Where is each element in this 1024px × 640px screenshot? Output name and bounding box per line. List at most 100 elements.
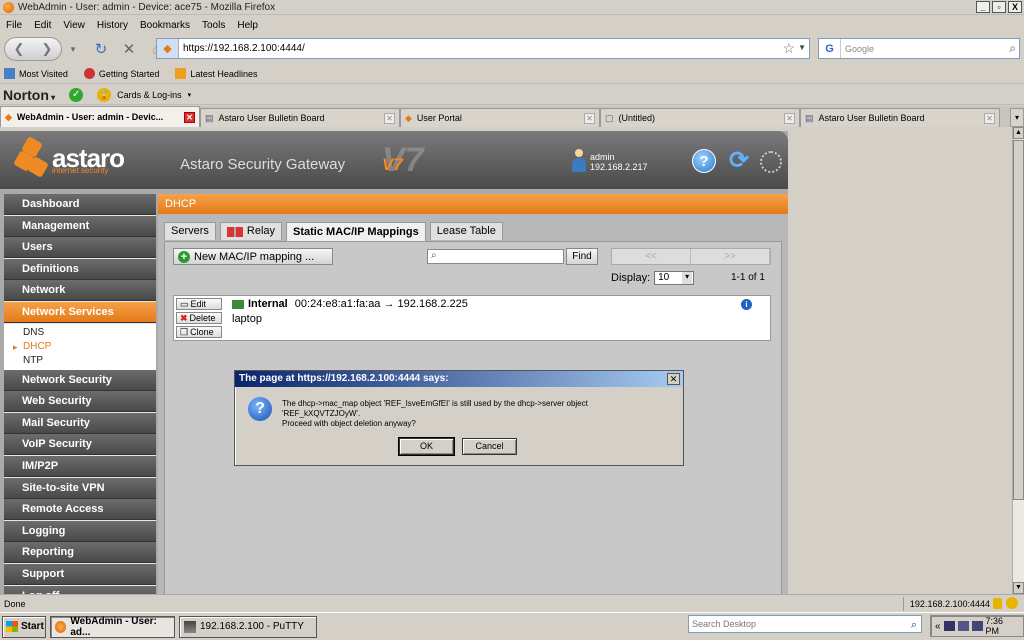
sidebar-item-site-to-site-vpn[interactable]: Site-to-site VPN — [4, 477, 156, 499]
search-icon[interactable]: ⌕ — [1009, 41, 1016, 56]
cancel-button[interactable]: Cancel — [462, 438, 517, 455]
browser-tab-webadmin[interactable]: ◆ WebAdmin - User: admin - Devic... ✕ — [0, 106, 200, 127]
reload-app-icon[interactable]: ⟳ — [726, 148, 752, 174]
menu-history[interactable]: History — [97, 20, 128, 31]
volume-tray-icon[interactable] — [971, 621, 983, 631]
search-bar[interactable]: G Google ⌕ — [818, 38, 1020, 59]
bookmark-latest-headlines[interactable]: Latest Headlines — [175, 68, 257, 79]
close-tab-icon[interactable]: ✕ — [384, 112, 395, 124]
bookmark-star-icon[interactable]: ☆ — [782, 40, 795, 57]
pager-next-button[interactable]: >> — [691, 249, 770, 264]
sidebar-item-web-security[interactable]: Web Security — [4, 391, 156, 413]
menu-edit[interactable]: Edit — [34, 20, 51, 31]
norton-safe-check-icon[interactable]: ✓ — [69, 87, 84, 102]
close-tab-icon[interactable]: ✕ — [184, 111, 195, 123]
norton-status-icon[interactable] — [1006, 597, 1018, 609]
sidebar-item-log-off[interactable]: Log off — [4, 585, 156, 594]
back-forward-buttons[interactable]: ❮ ❯ — [4, 37, 62, 61]
sidebar-item-dashboard[interactable]: Dashboard — [4, 194, 156, 215]
menu-help[interactable]: Help — [237, 20, 258, 31]
taskbar-putty[interactable]: 192.168.2.100 - PuTTY — [179, 615, 317, 638]
find-button[interactable]: Find — [566, 248, 598, 265]
edit-button[interactable]: ▭ Edit — [176, 298, 222, 310]
site-identity-icon[interactable]: ◆ — [157, 39, 179, 58]
restore-button[interactable]: ▫ — [992, 1, 1006, 13]
sidebar-item-network-security[interactable]: Network Security — [4, 369, 156, 391]
browser-tab-bulletin-1[interactable]: ▤ Astaro User Bulletin Board ✕ — [200, 108, 400, 127]
sidebar-subitem-dns[interactable]: DNS — [4, 325, 156, 340]
network-tray-icon[interactable] — [943, 621, 955, 631]
menu-file[interactable]: File — [6, 20, 22, 31]
pager-prev-button[interactable]: << — [612, 249, 691, 264]
ssl-lock-icon[interactable] — [993, 598, 1002, 609]
sidebar-item-network-services[interactable]: Network Services — [4, 301, 156, 323]
search-placeholder[interactable]: Google — [841, 44, 874, 54]
bookmark-getting-started[interactable]: Getting Started — [83, 68, 159, 79]
vertical-scrollbar[interactable]: ▲ ▼ — [1012, 127, 1024, 594]
astaro-logo[interactable]: astaro internet security — [13, 136, 125, 183]
sidebar-item-management[interactable]: Management — [4, 215, 156, 237]
delete-button[interactable]: ✖ Delete — [176, 312, 222, 324]
minimize-button[interactable]: _ — [976, 1, 990, 13]
tab-relay[interactable]: Relay — [219, 222, 283, 240]
desktop-search-input[interactable]: Search Desktop ⌕ — [688, 615, 922, 633]
menu-view[interactable]: View — [63, 20, 85, 31]
start-button[interactable]: Start — [2, 615, 46, 638]
sidebar-subitem-ntp[interactable]: NTP — [4, 353, 156, 368]
norton-logo[interactable]: Norton ▾ — [3, 87, 55, 103]
help-icon[interactable]: ? — [692, 149, 716, 173]
sidebar-item-network[interactable]: Network — [4, 280, 156, 302]
back-arrow-icon[interactable]: ❮ — [14, 41, 25, 57]
cards-logins-button[interactable]: 🔒 Cards & Log-ins ▾ — [97, 87, 191, 102]
ok-button[interactable]: OK — [398, 437, 455, 456]
tab-static-mappings[interactable]: Static MAC/IP Mappings — [286, 222, 426, 241]
dialog-close-icon[interactable]: ✕ — [667, 373, 680, 385]
close-tab-icon[interactable]: ✕ — [984, 112, 995, 124]
close-tab-icon[interactable]: ✕ — [784, 112, 795, 124]
sidebar-item-support[interactable]: Support — [4, 563, 156, 585]
user-icon — [572, 149, 586, 175]
tray-expand-icon[interactable]: « — [935, 621, 941, 632]
menu-tools[interactable]: Tools — [202, 20, 225, 31]
url-text[interactable]: https://192.168.2.100:4444/ — [179, 43, 305, 54]
display-select[interactable]: 10 — [654, 271, 695, 285]
browser-tab-user-portal[interactable]: ◆ User Portal ✕ — [400, 108, 600, 127]
sidebar-item-im-p2p[interactable]: IM/P2P — [4, 455, 156, 477]
stop-icon[interactable]: ✕ — [118, 38, 140, 60]
clone-button[interactable]: ❐ Clone — [176, 326, 222, 338]
scroll-down-icon[interactable]: ▼ — [1013, 582, 1024, 594]
menu-bookmarks[interactable]: Bookmarks — [140, 20, 190, 31]
bookmark-most-visited[interactable]: Most Visited — [4, 68, 68, 79]
search-icon[interactable]: ⌕ — [911, 617, 917, 633]
close-window-button[interactable]: X — [1008, 1, 1022, 13]
close-tab-icon[interactable]: ✕ — [584, 112, 595, 124]
history-dropdown-icon[interactable]: ▾ — [62, 38, 84, 60]
sidebar-item-mail-security[interactable]: Mail Security — [4, 412, 156, 434]
taskbar-firefox[interactable]: WebAdmin - User: ad... — [50, 615, 175, 638]
monitor-tray-icon[interactable] — [957, 621, 969, 631]
google-engine-icon[interactable]: G — [819, 39, 841, 58]
firefox-icon — [55, 620, 67, 633]
sidebar-subitem-dhcp[interactable]: DHCP — [4, 339, 156, 354]
browser-tab-bulletin-2[interactable]: ▤ Astaro User Bulletin Board ✕ — [800, 108, 1000, 127]
scroll-thumb[interactable] — [1013, 140, 1024, 500]
tab-list-dropdown[interactable]: ▾ — [1010, 108, 1024, 127]
new-mapping-button[interactable]: + New MAC/IP mapping ... — [173, 248, 333, 265]
sidebar-item-reporting[interactable]: Reporting — [4, 542, 156, 564]
scroll-up-icon[interactable]: ▲ — [1013, 127, 1024, 139]
url-bar[interactable]: ◆ https://192.168.2.100:4444/ ☆ ▼ — [156, 38, 810, 59]
info-icon[interactable]: i — [741, 299, 752, 310]
tab-servers[interactable]: Servers — [164, 222, 216, 240]
clock: 7:36 PM — [985, 616, 1004, 636]
sidebar-item-remote-access[interactable]: Remote Access — [4, 499, 156, 521]
tab-lease-table[interactable]: Lease Table — [429, 222, 503, 240]
sidebar-item-definitions[interactable]: Definitions — [4, 258, 156, 280]
reload-icon[interactable]: ↻ — [90, 38, 112, 60]
sidebar-item-logging[interactable]: Logging — [4, 520, 156, 542]
filter-input[interactable]: ⌕ — [427, 249, 564, 264]
url-dropdown-icon[interactable]: ▼ — [798, 43, 806, 52]
browser-tab-untitled[interactable]: ▢ (Untitled) ✕ — [600, 108, 800, 127]
forward-arrow-icon[interactable]: ❯ — [42, 41, 53, 57]
sidebar-item-users[interactable]: Users — [4, 237, 156, 259]
sidebar-item-voip-security[interactable]: VoIP Security — [4, 434, 156, 456]
